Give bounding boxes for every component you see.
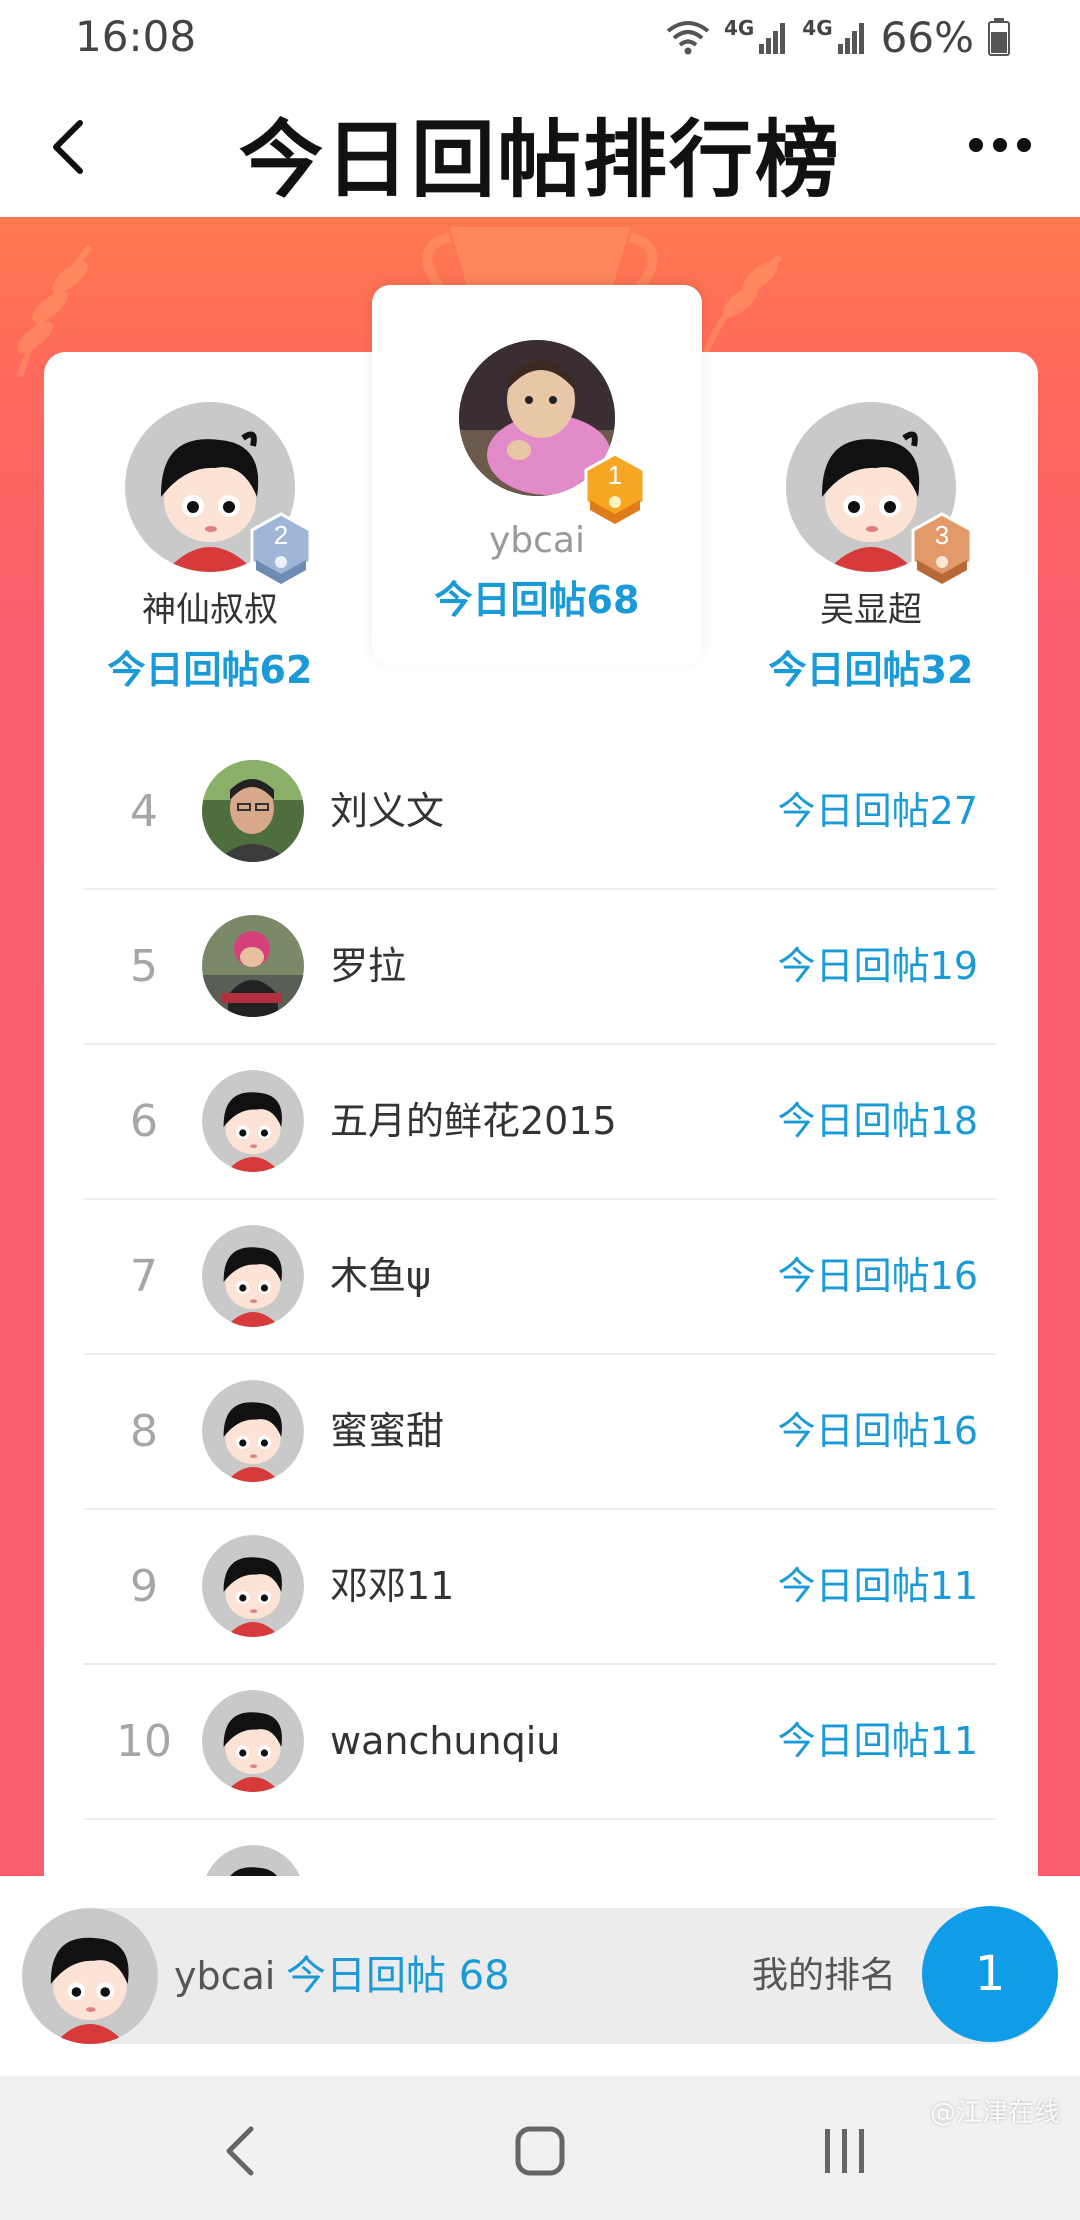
- ranking-row[interactable]: 10 wanchunqiu 今日回帖11: [84, 1665, 996, 1820]
- reply-count: 今日回帖11: [777, 1719, 978, 1763]
- rank-number: 11: [84, 1820, 204, 1876]
- reply-count: 今日回帖16: [777, 1254, 978, 1298]
- reply-count: 今日回帖11: [777, 1564, 978, 1608]
- user-avatar: [202, 1535, 304, 1637]
- ranking-row[interactable]: 11 盛夏的果实 今日回帖10: [84, 1820, 996, 1876]
- podium-third-name: 吴显超: [820, 590, 922, 630]
- reply-count: 今日回帖16: [777, 1409, 978, 1453]
- user-name: 五月的鲜花2015: [330, 1099, 617, 1143]
- my-name: ybcai: [174, 1954, 276, 1998]
- my-avatar: [22, 1908, 158, 2044]
- user-avatar: [202, 915, 304, 1017]
- podium-first-name: ybcai: [488, 520, 585, 561]
- nav-recents-button[interactable]: [795, 2116, 895, 2186]
- scroll-area[interactable]: 1 ybcai 今日回帖68 2 神仙叔叔 今日回帖62 3 吴显超 今日回帖3…: [0, 0, 1080, 1876]
- ranking-row[interactable]: 7 木鱼ψ 今日回帖16: [84, 1200, 996, 1355]
- gold-medal-icon: 1: [584, 452, 646, 524]
- cartoon-avatar-icon: [22, 1908, 158, 2044]
- rank-number: 9: [130, 1561, 158, 1612]
- cartoon-avatar-icon: [206, 1845, 300, 1876]
- ranking-row[interactable]: 9 邓邓11 今日回帖11: [84, 1510, 996, 1665]
- cartoon-avatar-icon: [202, 1070, 304, 1172]
- reply-count: 今日回帖27: [777, 789, 978, 833]
- podium-second-count: 今日回帖62: [107, 648, 313, 692]
- podium-first-count: 今日回帖68: [434, 578, 640, 622]
- user-avatar: [202, 760, 304, 862]
- rank-number: 4: [130, 786, 158, 837]
- user-avatar: [202, 1845, 304, 1876]
- cartoon-avatar-icon: [202, 1380, 304, 1482]
- podium-third-count: 今日回帖32: [768, 648, 974, 692]
- user-avatar: [202, 1225, 304, 1327]
- rank-number: 5: [130, 941, 158, 992]
- user-name: 盛夏的果实: [330, 1820, 520, 1876]
- user-name: 蜜蜜甜: [330, 1409, 445, 1453]
- cartoon-avatar-icon: [202, 1535, 304, 1637]
- user-avatar: [202, 1070, 304, 1172]
- rank-number: 6: [130, 1096, 158, 1147]
- cartoon-avatar-icon: [202, 1225, 304, 1327]
- user-name: 罗拉: [330, 944, 407, 988]
- podium-first[interactable]: 1 ybcai 今日回帖68: [372, 340, 702, 624]
- user-avatar: [202, 1380, 304, 1482]
- recents-icon: [825, 2129, 864, 2173]
- ranking-row[interactable]: 6 五月的鲜花2015 今日回帖18: [84, 1045, 996, 1200]
- ranking-row[interactable]: 8 蜜蜜甜 今日回帖16: [84, 1355, 996, 1510]
- rank-number: 7: [130, 1251, 158, 1302]
- reply-count: 今日回帖10: [778, 1820, 978, 1876]
- user-name: 刘义文: [330, 789, 445, 833]
- watermark: @江津在线: [929, 2098, 1060, 2128]
- my-count: 今日回帖 68: [286, 1953, 510, 1999]
- svg-text:1: 1: [608, 460, 622, 490]
- bronze-medal-icon: 3: [911, 512, 973, 584]
- nav-home-button[interactable]: [490, 2116, 590, 2186]
- back-icon: [226, 2126, 254, 2176]
- cartoon-avatar-icon: [202, 1690, 304, 1792]
- my-rank-label: 我的排名: [752, 1955, 897, 1996]
- my-rank-number: 1: [922, 1906, 1058, 2042]
- home-icon: [515, 2126, 565, 2176]
- podium-third[interactable]: 3 吴显超 今日回帖32: [741, 402, 1001, 694]
- photo-rider-icon: [202, 915, 304, 1017]
- nav-back-button[interactable]: [190, 2116, 290, 2186]
- rank-number: 10: [116, 1716, 172, 1767]
- system-nav-bar: [0, 2076, 1080, 2220]
- ranking-list: 4 刘义文 今日回帖27 5 罗拉 今日回帖19 6 五月的鲜花2015 今日回…: [84, 735, 996, 1876]
- ranking-row[interactable]: 5 罗拉 今日回帖19: [84, 890, 996, 1045]
- svg-text:3: 3: [935, 520, 949, 550]
- user-name: 邓邓11: [330, 1564, 455, 1608]
- reply-count: 今日回帖19: [777, 944, 978, 988]
- reply-count: 今日回帖18: [777, 1099, 978, 1143]
- user-name: 木鱼ψ: [330, 1254, 432, 1298]
- user-name: wanchunqiu: [330, 1719, 561, 1763]
- ranking-row[interactable]: 4 刘义文 今日回帖27: [84, 735, 996, 890]
- silver-medal-icon: 2: [250, 512, 312, 584]
- podium-second[interactable]: 2 神仙叔叔 今日回帖62: [80, 402, 340, 694]
- user-avatar: [202, 1690, 304, 1792]
- podium-second-name: 神仙叔叔: [142, 590, 278, 630]
- photo-man-icon: [202, 760, 304, 862]
- svg-text:2: 2: [274, 520, 288, 550]
- rank-number: 8: [130, 1406, 158, 1457]
